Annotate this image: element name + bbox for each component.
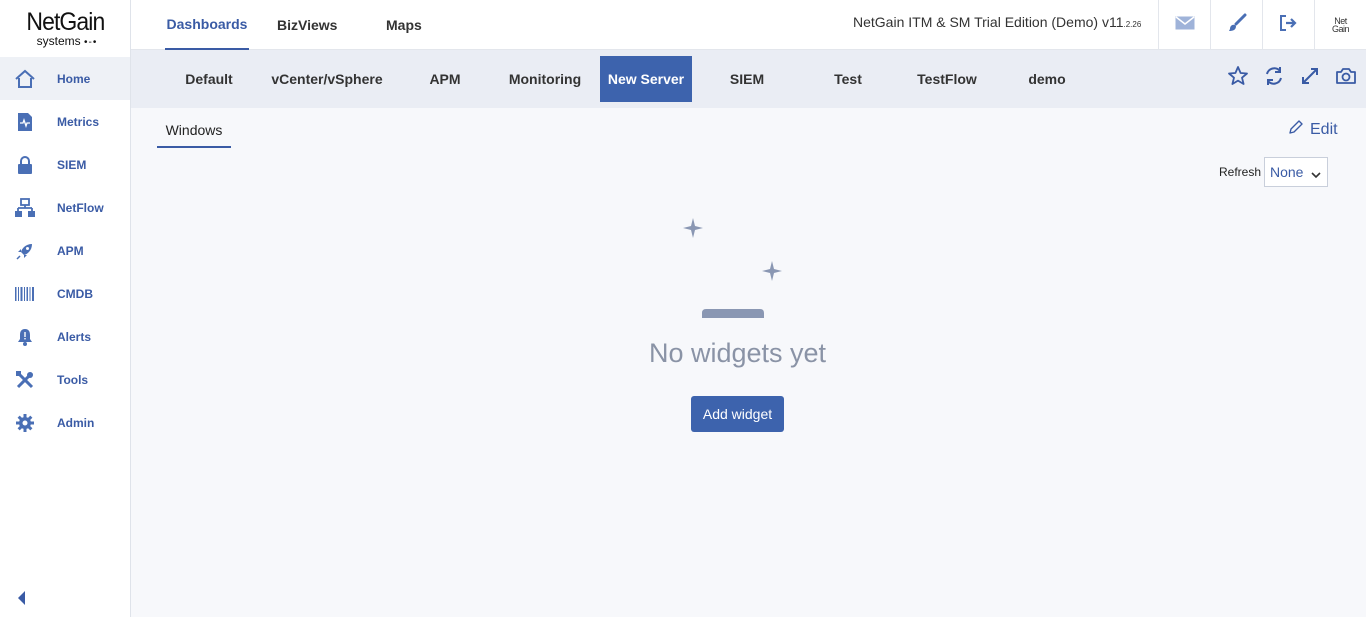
dashboard-tab-siem[interactable]: SIEM — [719, 56, 775, 102]
user-avatar[interactable]: Net Gain — [1314, 0, 1366, 50]
empty-state-title: No widgets yet — [648, 338, 827, 368]
fullscreen-button[interactable] — [1298, 66, 1322, 90]
refresh-value: None — [1270, 164, 1304, 180]
sidebar-item-metrics[interactable]: Metrics — [0, 100, 130, 143]
rocket-icon — [14, 240, 36, 262]
sidebar-item-label: Home — [57, 71, 91, 86]
barcode-icon — [14, 283, 36, 305]
sidebar-item-tools[interactable]: Tools — [0, 358, 130, 401]
sidebar-item-label: SIEM — [57, 157, 87, 172]
dashboard-tab-test[interactable]: Test — [821, 56, 875, 102]
refresh-select[interactable]: None — [1264, 157, 1328, 187]
sidebar-item-label: NetFlow — [57, 200, 104, 215]
empty-state-illustration — [680, 214, 790, 318]
logo-name: NetGain — [26, 7, 105, 36]
logout-icon — [1279, 14, 1299, 37]
netgain-logo: NetGain systems •-• — [0, 0, 130, 57]
dashboard-tabs: Default vCenter/vSphere APM Monitoring N… — [131, 50, 1366, 108]
tab-windows[interactable]: Windows — [157, 122, 231, 148]
tools-icon — [14, 369, 36, 391]
sidebar-item-siem[interactable]: SIEM — [0, 143, 130, 186]
add-widget-button[interactable]: Add widget — [691, 396, 784, 432]
dashboard-tab-apm[interactable]: APM — [419, 56, 471, 102]
brush-icon — [1227, 13, 1247, 38]
version-suffix: .2.26 — [1123, 20, 1142, 29]
sidebar: NetGain systems •-• Home Metrics SIEM Ne… — [0, 0, 131, 617]
lock-icon — [14, 154, 36, 176]
mail-icon — [1175, 15, 1195, 35]
collapse-sidebar-icon[interactable] — [14, 589, 28, 607]
edition-text: NetGain ITM & SM Trial Edition (Demo) v1… — [853, 14, 1124, 30]
sidebar-item-alerts[interactable]: Alerts — [0, 315, 130, 358]
sidebar-item-label: CMDB — [57, 286, 93, 301]
logout-button[interactable] — [1262, 0, 1314, 50]
dashboard-tab-new-server[interactable]: New Server — [600, 56, 692, 102]
star-icon — [1227, 65, 1249, 92]
tab-bizviews[interactable]: BizViews — [277, 0, 337, 50]
sidebar-item-netflow[interactable]: NetFlow — [0, 186, 130, 229]
gear-icon — [14, 412, 36, 434]
camera-icon — [1335, 66, 1357, 91]
network-icon — [14, 197, 36, 219]
chevron-down-icon — [1311, 167, 1321, 183]
sidebar-item-label: Metrics — [57, 114, 100, 129]
edition-label: NetGain ITM & SM Trial Edition (Demo) v1… — [853, 14, 1141, 30]
edit-label: Edit — [1310, 120, 1338, 138]
dashboard-tab-demo[interactable]: demo — [1019, 56, 1075, 102]
theme-button[interactable] — [1210, 0, 1262, 50]
refresh-button[interactable] — [1262, 66, 1286, 90]
dashboard-tab-testflow[interactable]: TestFlow — [912, 56, 982, 102]
edit-button[interactable]: Edit — [1288, 119, 1338, 140]
dashboard-tab-monitoring[interactable]: Monitoring — [504, 56, 586, 102]
avatar-logo: Net Gain — [1331, 16, 1350, 34]
tab-maps[interactable]: Maps — [386, 0, 422, 50]
dashboard-tab-default[interactable]: Default — [179, 56, 239, 102]
mail-button[interactable] — [1158, 0, 1210, 50]
logo-dots: •-• — [84, 36, 98, 48]
sidebar-item-apm[interactable]: APM — [0, 229, 130, 272]
pencil-icon — [1288, 119, 1304, 140]
bell-icon — [14, 326, 36, 348]
sidebar-item-admin[interactable]: Admin — [0, 401, 130, 444]
refresh-label: Refresh — [1219, 165, 1262, 179]
sidebar-item-label: Alerts — [57, 329, 92, 344]
sidebar-item-label: Admin — [57, 415, 95, 430]
dashboard-tab-vcenter[interactable]: vCenter/vSphere — [268, 56, 386, 102]
home-icon — [14, 68, 36, 90]
refresh-icon — [1263, 65, 1285, 92]
top-nav: Dashboards BizViews Maps NetGain ITM & S… — [131, 0, 1366, 50]
sidebar-item-label: Tools — [57, 372, 89, 387]
sidebar-item-cmdb[interactable]: CMDB — [0, 272, 130, 315]
metrics-icon — [14, 111, 36, 133]
logo-sub: systems — [36, 33, 81, 48]
expand-icon — [1300, 66, 1320, 91]
sidebar-item-home[interactable]: Home — [0, 57, 130, 100]
favorite-button[interactable] — [1226, 65, 1250, 92]
snapshot-button[interactable] — [1334, 66, 1358, 90]
tab-dashboards[interactable]: Dashboards — [165, 0, 249, 50]
sidebar-item-label: APM — [57, 243, 84, 258]
